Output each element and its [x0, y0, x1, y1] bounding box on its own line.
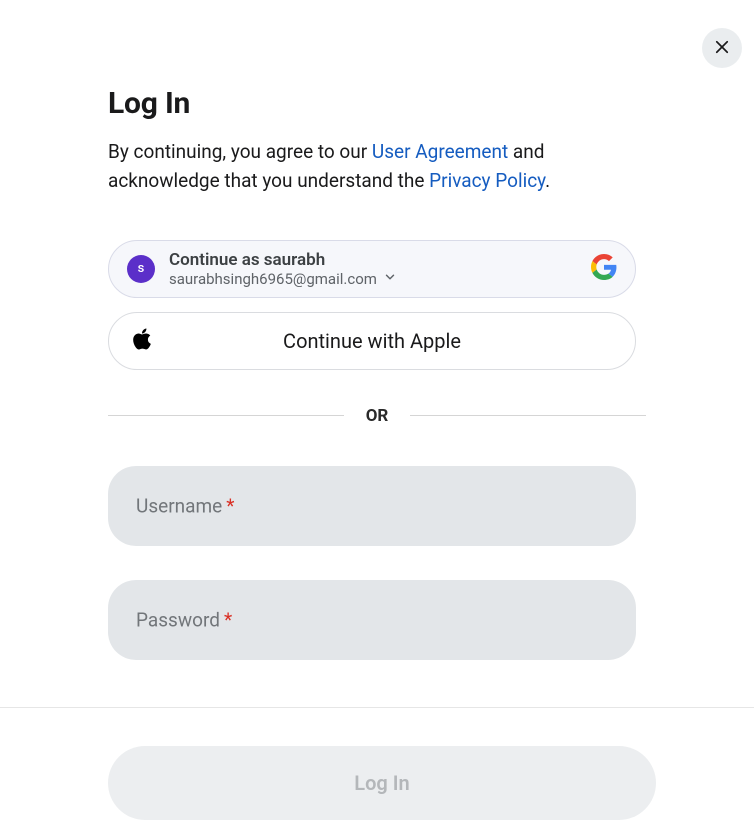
close-icon: [713, 38, 731, 59]
password-input[interactable]: [108, 580, 636, 660]
page-title: Log In: [108, 86, 646, 121]
privacy-policy-link[interactable]: Privacy Policy: [429, 169, 545, 192]
google-secondary-text: saurabhsingh6965@gmail.com: [169, 270, 397, 288]
divider-line-left: [108, 415, 344, 416]
chevron-down-icon: [383, 270, 397, 288]
username-input[interactable]: [108, 466, 636, 546]
password-field-wrap: Password*: [108, 580, 636, 660]
consent-text: By continuing, you agree to our User Agr…: [108, 137, 646, 196]
google-text: Continue as saurabh saurabhsingh6965@gma…: [169, 250, 397, 288]
user-agreement-link[interactable]: User Agreement: [372, 140, 508, 163]
apple-button-label: Continue with Apple: [283, 329, 461, 353]
close-button[interactable]: [702, 28, 742, 68]
divider: OR: [108, 406, 646, 426]
divider-text: OR: [344, 406, 411, 426]
apple-continue-button[interactable]: Continue with Apple: [108, 312, 636, 370]
google-icon: [591, 254, 617, 284]
google-continue-button[interactable]: s Continue as saurabh saurabhsingh6965@g…: [108, 240, 636, 298]
divider-line-right: [410, 415, 646, 416]
google-primary-text: Continue as saurabh: [169, 250, 397, 270]
username-field-wrap: Username*: [108, 466, 636, 546]
google-avatar: s: [127, 255, 155, 283]
login-submit-button[interactable]: Log In: [108, 746, 656, 820]
login-modal: Log In By continuing, you agree to our U…: [0, 0, 754, 660]
footer-divider: [0, 707, 754, 708]
apple-icon: [131, 326, 153, 356]
consent-suffix: .: [545, 169, 550, 192]
google-email: saurabhsingh6965@gmail.com: [169, 270, 377, 288]
consent-prefix: By continuing, you agree to our: [108, 140, 372, 163]
